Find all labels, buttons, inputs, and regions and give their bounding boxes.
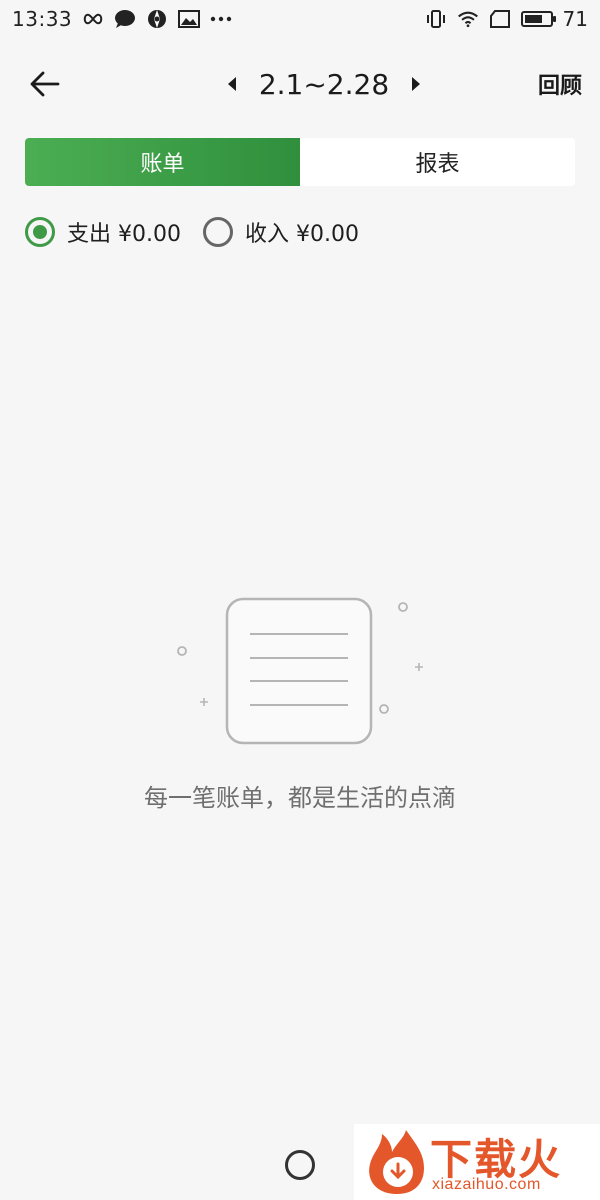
review-button[interactable]: 回顾 [538,68,582,100]
view-tabs: 账单 报表 [25,138,575,186]
radio-checked-icon[interactable] [25,217,55,247]
empty-state-illustration [160,590,440,760]
triangle-right-icon [412,77,421,91]
status-time: 13:33 [12,7,73,31]
status-bar-right: 71 [425,7,588,31]
more-dots-icon [210,9,232,29]
empty-state-message: 每一笔账单，都是生活的点滴 [144,784,456,812]
flame-logo-icon [369,1130,424,1194]
battery-icon [520,11,556,27]
type-filter: 支出 ¥0.00 收入 ¥0.00 [25,212,359,252]
back-button[interactable] [30,64,70,104]
triangle-left-icon [227,77,236,91]
infinity-icon [82,9,104,29]
period-label: 2.1~2.28 [258,67,390,101]
header-bar: 2.1~2.28 回顾 [0,55,600,113]
previous-period-button[interactable] [225,74,239,94]
vibrate-icon [425,9,447,29]
watermark-site: xiazaihuo.com [432,1176,541,1193]
image-icon [178,9,201,29]
status-bar: 13:33 71 [0,0,600,38]
back-arrow-icon [30,71,60,97]
income-radio-option[interactable]: 收入 ¥0.00 [202,216,359,248]
income-label: 收入 ¥0.00 [244,222,359,247]
bill-document-icon [177,597,423,745]
battery-percent: 71 [562,7,588,31]
home-button[interactable] [285,1150,315,1180]
period-selector: 2.1~2.28 [225,68,423,101]
tab-bills[interactable]: 账单 [25,138,300,186]
expense-label: 支出 ¥0.00 [67,222,181,247]
radio-unchecked-icon[interactable] [202,217,233,247]
wifi-icon [457,9,479,29]
chat-bubble-icon [114,9,136,29]
status-bar-left: 13:33 [12,7,232,31]
no-sim-icon [489,9,511,29]
battery-fill [524,15,542,23]
tab-reports[interactable]: 报表 [300,138,575,186]
next-period-button[interactable] [409,74,423,94]
expense-radio-option[interactable]: 支出 ¥0.00 [25,216,181,248]
watermark: 下载火 xiazaihuo.com [354,1124,600,1200]
aperture-icon [146,9,168,29]
